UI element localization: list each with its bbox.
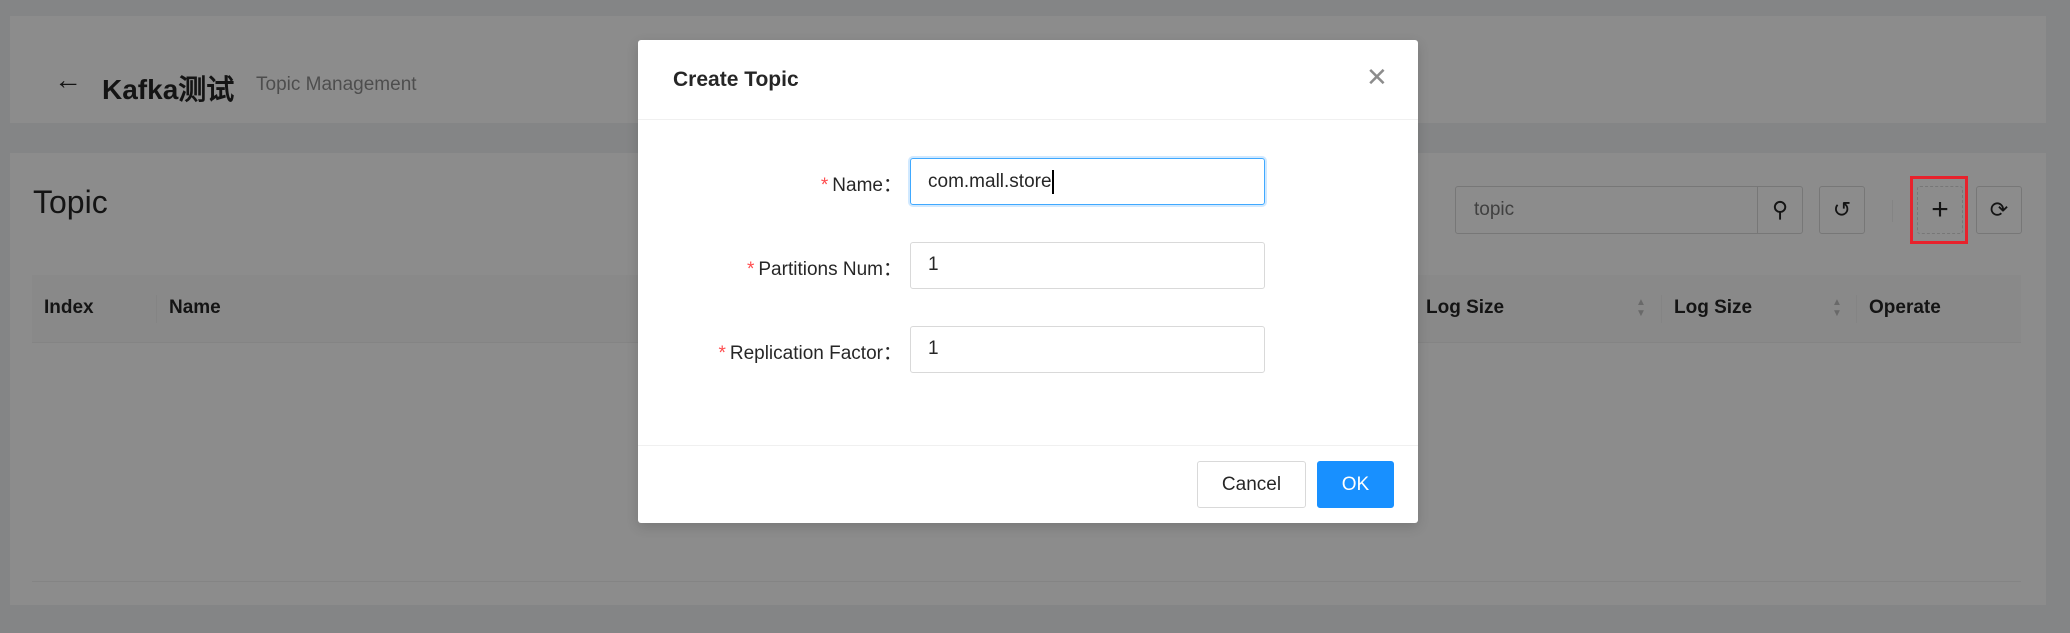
replication-label: * Replication Factor： [718, 343, 902, 364]
highlight-box [1910, 176, 1968, 244]
cancel-button[interactable]: Cancel [1197, 461, 1306, 508]
ok-button[interactable]: OK [1317, 461, 1394, 508]
close-icon[interactable]: ✕ [1366, 62, 1388, 93]
partitions-label: * Partitions Num： [746, 259, 902, 280]
replication-input[interactable]: 1 [910, 326, 1265, 373]
create-topic-modal: Create Topic ✕ * Name： com.mall.store * Pa… [638, 40, 1418, 523]
partitions-input[interactable]: 1 [910, 242, 1265, 289]
name-input[interactable]: com.mall.store [910, 158, 1265, 205]
name-label: * Name： [820, 175, 902, 196]
modal-title: Create Topic [673, 68, 799, 91]
modal-footer-divider [638, 445, 1418, 446]
